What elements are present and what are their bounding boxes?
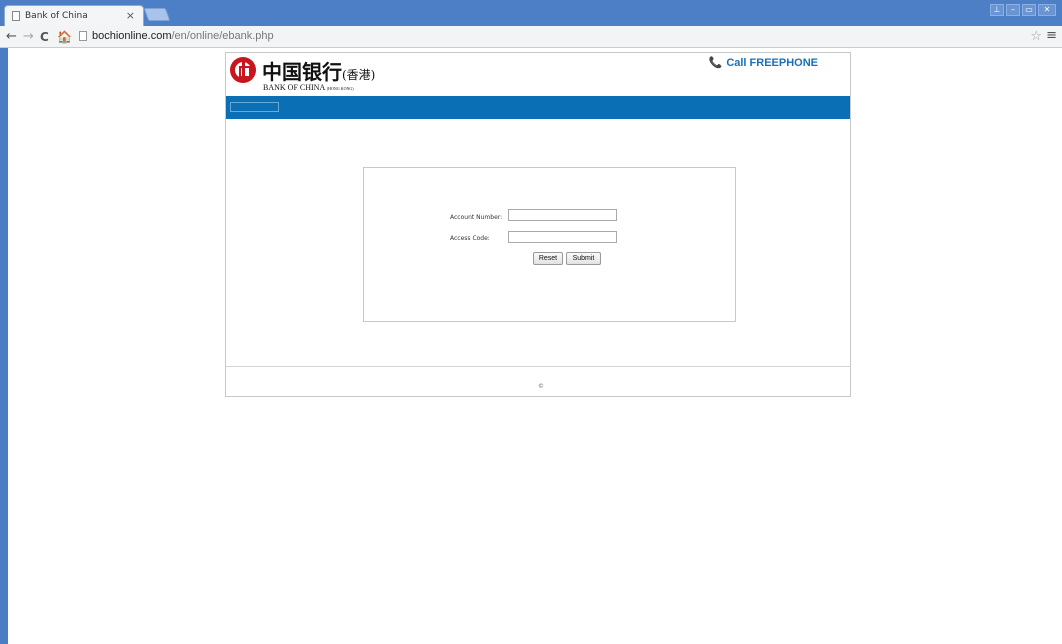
call-freephone-link[interactable]: 📞 Call FREEPHONE bbox=[709, 56, 818, 69]
reload-icon[interactable]: C bbox=[40, 28, 49, 46]
user-icon[interactable]: ⊥ bbox=[990, 4, 1004, 16]
bank-seal-icon bbox=[230, 57, 256, 83]
navigation-bar bbox=[226, 96, 850, 119]
page-info-icon[interactable] bbox=[79, 31, 87, 41]
phone-icon: 📞 bbox=[708, 57, 723, 69]
submit-button[interactable]: Submit bbox=[566, 252, 601, 265]
minimize-button[interactable]: – bbox=[1006, 4, 1020, 16]
nav-menu-item[interactable] bbox=[230, 102, 279, 112]
page-container: 中国银行(香港) BANK OF CHINA (HONG KONG) 📞 Call… bbox=[225, 52, 851, 397]
tab-close-icon[interactable]: × bbox=[126, 9, 135, 22]
account-number-input[interactable] bbox=[508, 209, 617, 221]
logo-chinese-text: 中国银行(香港) bbox=[262, 60, 376, 84]
close-window-button[interactable]: ✕ bbox=[1038, 4, 1056, 16]
maximize-button[interactable]: ▭ bbox=[1022, 4, 1036, 16]
account-number-label: Account Number: bbox=[450, 214, 503, 221]
tab-title: Bank of China bbox=[25, 11, 88, 21]
address-bar[interactable]: bochionline.com/en/online/ebank.php bbox=[76, 28, 1026, 46]
window-controls: ⊥ – ▭ ✕ bbox=[990, 4, 1056, 16]
browser-title-bar: Bank of China × ⊥ – ▭ ✕ bbox=[0, 0, 1062, 26]
browser-toolbar: ← → C 🏠 bochionline.com/en/online/ebank.… bbox=[0, 26, 1062, 48]
bookmark-star-icon[interactable]: ☆ bbox=[1030, 29, 1042, 44]
home-icon[interactable]: 🏠 bbox=[57, 28, 72, 46]
footer-divider bbox=[226, 366, 850, 367]
access-code-label: Access Code: bbox=[450, 235, 490, 242]
url-domain: bochionline.com bbox=[92, 30, 172, 42]
access-code-input[interactable] bbox=[508, 231, 617, 243]
browser-tab[interactable]: Bank of China × bbox=[4, 5, 144, 26]
bank-logo[interactable]: 中国银行(香港) BANK OF CHINA (HONG KONG) bbox=[230, 56, 390, 94]
reset-button[interactable]: Reset bbox=[533, 252, 563, 265]
back-arrow-icon[interactable]: ← bbox=[6, 28, 17, 46]
new-tab-button[interactable] bbox=[143, 8, 171, 21]
page-icon bbox=[12, 11, 20, 21]
login-panel: Account Number: Access Code: Reset Submi… bbox=[363, 167, 736, 322]
menu-icon[interactable]: ≡ bbox=[1046, 28, 1057, 43]
logo-english-text: BANK OF CHINA (HONG KONG) bbox=[263, 83, 354, 92]
page-viewport: 中国银行(香港) BANK OF CHINA (HONG KONG) 📞 Call… bbox=[8, 48, 1062, 644]
forward-arrow-icon[interactable]: → bbox=[23, 28, 34, 46]
call-freephone-label: Call FREEPHONE bbox=[726, 57, 818, 69]
url-path: /en/online/ebank.php bbox=[171, 30, 274, 42]
copyright-text: © bbox=[538, 383, 544, 390]
